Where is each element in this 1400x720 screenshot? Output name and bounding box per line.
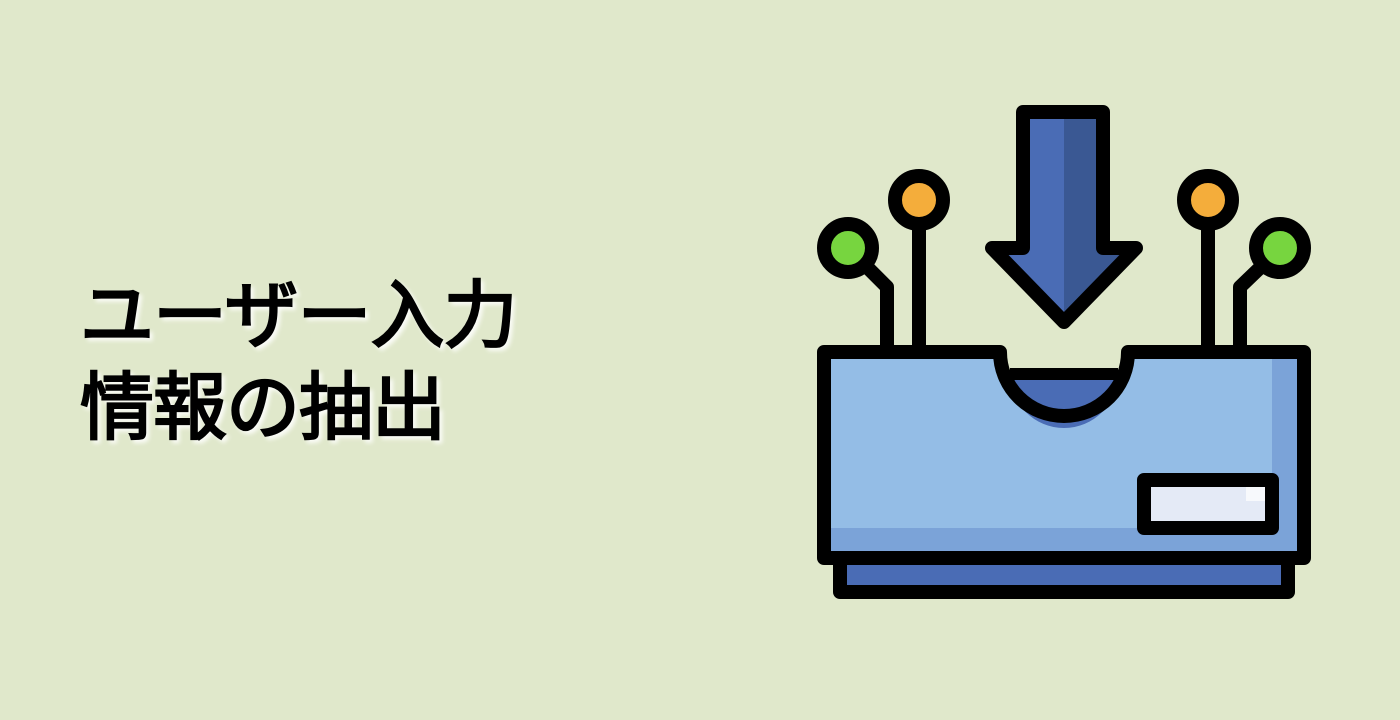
title-line-2: 情報の抽出 — [80, 365, 446, 451]
title-block: ユーザー入力 情報の抽出 — [80, 270, 640, 454]
inbox-download-icon — [817, 105, 1311, 599]
node-left-orange — [888, 169, 950, 231]
node-right-orange — [1177, 169, 1239, 231]
node-left-green — [817, 217, 879, 279]
down-arrow-icon — [985, 105, 1143, 329]
label-plate — [1137, 473, 1279, 535]
title-line-1: ユーザー入力 — [80, 273, 518, 359]
node-right-green — [1249, 217, 1311, 279]
